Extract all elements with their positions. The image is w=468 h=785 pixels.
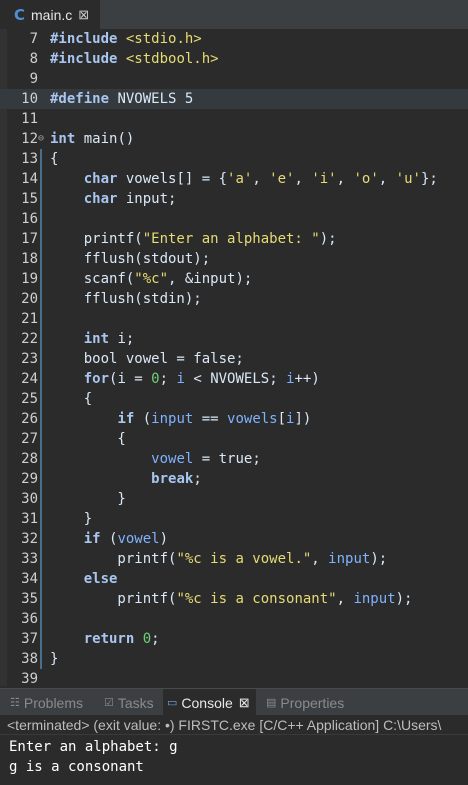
code-line[interactable]: 18 fflush(stdout);	[0, 249, 468, 269]
console-output-line: Enter an alphabet: g	[9, 739, 178, 755]
editor-tab-main-c[interactable]: C main.c ⊠	[0, 0, 100, 29]
tab-console[interactable]: ▭ Console ⊠	[163, 689, 256, 716]
code-line[interactable]: 11	[0, 109, 468, 129]
code-line[interactable]: 16	[0, 209, 468, 229]
tab-tasks[interactable]: ☑ Tasks	[104, 689, 154, 716]
code-line[interactable]: 27 {	[0, 429, 468, 449]
code-line[interactable]: 12 ⊖ int main()	[0, 129, 468, 149]
code-line[interactable]: 30 }	[0, 489, 468, 509]
code-line[interactable]: 26 if (input == vowels[i])	[0, 409, 468, 429]
code-line[interactable]: 20 fflush(stdin);	[0, 289, 468, 309]
code-line-current[interactable]: 10 #define NVOWELS 5	[0, 89, 468, 109]
console-icon: ▭	[167, 697, 178, 709]
panel-tab-bar: ☷ Problems ☑ Tasks ▭ Console ⊠ ▤ Properties	[0, 688, 468, 716]
code-line[interactable]: 23 bool vowel = false;	[0, 349, 468, 369]
code-line[interactable]: 29 break;	[0, 469, 468, 489]
code-line[interactable]: 31 }	[0, 509, 468, 529]
tab-problems[interactable]: ☷ Problems	[10, 689, 83, 716]
code-line[interactable]: 7 #include <stdio.h>	[0, 29, 468, 49]
function-range-indicator	[40, 149, 42, 669]
code-line[interactable]: 34 else	[0, 569, 468, 589]
code-line[interactable]: 19 scanf("%c", &input);	[0, 269, 468, 289]
code-line[interactable]: 22 int i;	[0, 329, 468, 349]
problems-icon: ☷	[10, 697, 20, 709]
code-line[interactable]: 28 vowel = true;	[0, 449, 468, 469]
fold-collapse-icon[interactable]: ⊖	[38, 129, 44, 149]
close-icon[interactable]: ⊠	[239, 695, 250, 711]
code-line[interactable]: 21	[0, 309, 468, 329]
code-line[interactable]: 24 for(i = 0; i < NVOWELS; i++)	[0, 369, 468, 389]
editor-tab-label: main.c	[31, 6, 73, 23]
tasks-icon: ☑	[104, 697, 114, 709]
code-line[interactable]: 38}	[0, 649, 468, 669]
code-line[interactable]: 39	[0, 669, 468, 689]
console-output-line: g is a consonant	[9, 759, 144, 775]
code-line[interactable]: 17 printf("Enter an alphabet: ");	[0, 229, 468, 249]
tab-properties[interactable]: ▤ Properties	[266, 689, 344, 716]
editor-tab-bar: C main.c ⊠	[0, 0, 468, 30]
code-line[interactable]: 8 #include <stdbool.h>	[0, 49, 468, 69]
code-line[interactable]: 36	[0, 609, 468, 629]
code-line[interactable]: 13{	[0, 149, 468, 169]
code-line[interactable]: 33 printf("%c is a vowel.", input);	[0, 549, 468, 569]
code-line[interactable]: 14 char vowels[] = {'a', 'e', 'i', 'o', …	[0, 169, 468, 189]
code-line[interactable]: 32 if (vowel)	[0, 529, 468, 549]
code-line[interactable]: 25 {	[0, 389, 468, 409]
c-file-icon: C	[14, 5, 26, 24]
code-line[interactable]: 15 char input;	[0, 189, 468, 209]
close-icon[interactable]: ⊠	[78, 7, 89, 23]
properties-icon: ▤	[266, 697, 277, 709]
code-line[interactable]: 37 return 0;	[0, 629, 468, 649]
console-output[interactable]: Enter an alphabet: g g is a consonant	[0, 735, 468, 785]
code-editor[interactable]: 7 #include <stdio.h> 8 #include <stdbool.h…	[0, 29, 468, 689]
code-line[interactable]: 35 printf("%c is a consonant", input);	[0, 589, 468, 609]
console-status-line: <terminated> (exit value: •) FIRSTC.exe …	[0, 715, 468, 735]
code-line[interactable]: 9	[0, 69, 468, 89]
